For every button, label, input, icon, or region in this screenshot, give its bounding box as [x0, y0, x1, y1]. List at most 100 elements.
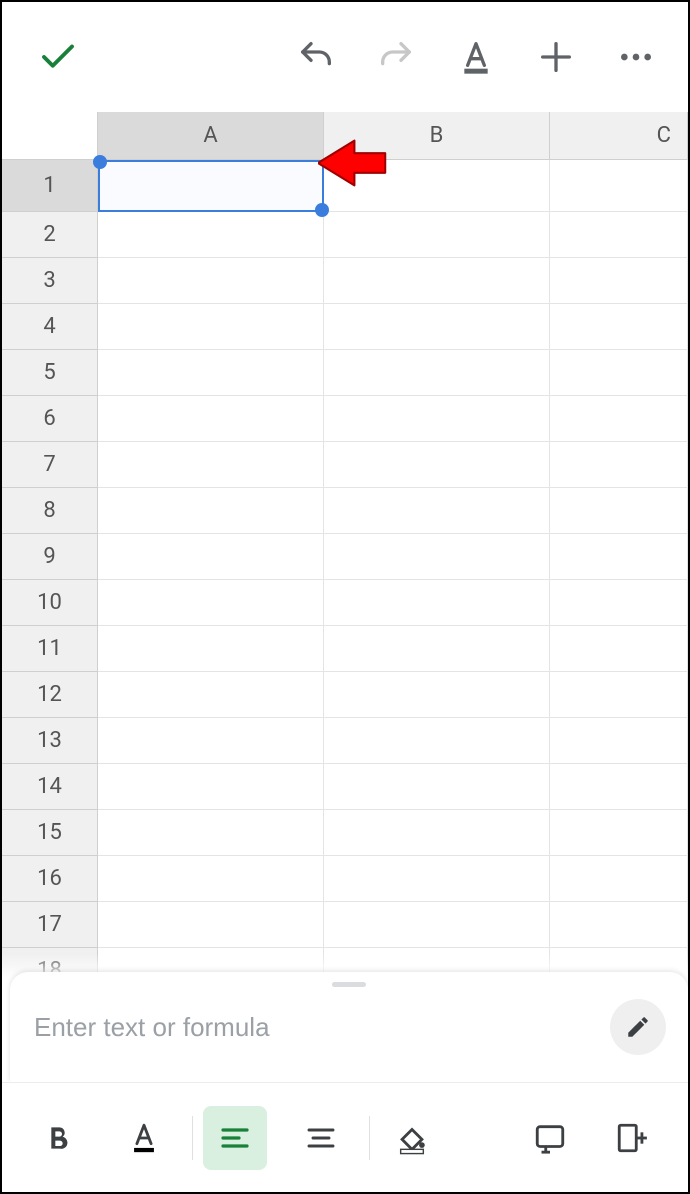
formula-input[interactable] — [32, 1011, 594, 1044]
cell-C17[interactable] — [550, 902, 688, 948]
select-all-corner[interactable] — [2, 112, 98, 160]
row-header-5[interactable]: 5 — [2, 350, 98, 396]
redo-button[interactable] — [366, 27, 426, 87]
cell-C4[interactable] — [550, 304, 688, 350]
row-header-8[interactable]: 8 — [2, 488, 98, 534]
cell-C8[interactable] — [550, 488, 688, 534]
cell-A12[interactable] — [98, 672, 324, 718]
cell-C7[interactable] — [550, 442, 688, 488]
cell-A13[interactable] — [98, 718, 324, 764]
bold-button[interactable] — [26, 1106, 90, 1170]
align-left-button[interactable] — [203, 1106, 267, 1170]
cell-A10[interactable] — [98, 580, 324, 626]
row-header-15[interactable]: 15 — [2, 810, 98, 856]
cell-A5[interactable] — [98, 350, 324, 396]
cell-A17[interactable] — [98, 902, 324, 948]
insert-button[interactable] — [600, 1106, 664, 1170]
cell-C3[interactable] — [550, 258, 688, 304]
align-center-icon — [305, 1122, 337, 1154]
cell-B15[interactable] — [324, 810, 550, 856]
row-header-3[interactable]: 3 — [2, 258, 98, 304]
cell-C10[interactable] — [550, 580, 688, 626]
cell-C11[interactable] — [550, 626, 688, 672]
cell-B1[interactable] — [324, 160, 550, 212]
row-header-12[interactable]: 12 — [2, 672, 98, 718]
toolbar-divider — [369, 1116, 370, 1160]
row-header-11[interactable]: 11 — [2, 626, 98, 672]
accept-button[interactable] — [28, 27, 88, 87]
cell-B11[interactable] — [324, 626, 550, 672]
plus-icon — [536, 37, 576, 77]
panel-drag-handle[interactable] — [332, 982, 366, 987]
pencil-icon — [625, 1014, 651, 1040]
cell-A7[interactable] — [98, 442, 324, 488]
cell-C2[interactable] — [550, 212, 688, 258]
cell-C5[interactable] — [550, 350, 688, 396]
cell-A1[interactable] — [98, 160, 324, 212]
format-toolbar — [2, 1082, 688, 1192]
text-color-button[interactable] — [446, 27, 506, 87]
cell-B17[interactable] — [324, 902, 550, 948]
toolbar-divider — [192, 1116, 193, 1160]
cell-C15[interactable] — [550, 810, 688, 856]
cell-B2[interactable] — [324, 212, 550, 258]
cell-C14[interactable] — [550, 764, 688, 810]
bold-icon — [42, 1122, 74, 1154]
cell-B16[interactable] — [324, 856, 550, 902]
cell-B13[interactable] — [324, 718, 550, 764]
spreadsheet-grid[interactable]: A B C 1 2 3 4 5 6 7 8 9 10 11 12 13 14 1… — [2, 112, 688, 978]
row-header-13[interactable]: 13 — [2, 718, 98, 764]
column-header-A[interactable]: A — [98, 112, 324, 160]
row-header-4[interactable]: 4 — [2, 304, 98, 350]
cell-B4[interactable] — [324, 304, 550, 350]
cell-B6[interactable] — [324, 396, 550, 442]
cell-B8[interactable] — [324, 488, 550, 534]
row-header-2[interactable]: 2 — [2, 212, 98, 258]
cell-C12[interactable] — [550, 672, 688, 718]
text-color-icon — [127, 1121, 161, 1155]
cell-B7[interactable] — [324, 442, 550, 488]
edit-button[interactable] — [610, 999, 666, 1055]
cell-B14[interactable] — [324, 764, 550, 810]
row-header-6[interactable]: 6 — [2, 396, 98, 442]
text-color-button-bottom[interactable] — [112, 1106, 176, 1170]
cell-A4[interactable] — [98, 304, 324, 350]
cell-C9[interactable] — [550, 534, 688, 580]
row-header-14[interactable]: 14 — [2, 764, 98, 810]
undo-button[interactable] — [286, 27, 346, 87]
fill-color-button[interactable] — [380, 1106, 444, 1170]
cell-A11[interactable] — [98, 626, 324, 672]
row-header-17[interactable]: 17 — [2, 902, 98, 948]
align-center-button[interactable] — [289, 1106, 353, 1170]
cell-B12[interactable] — [324, 672, 550, 718]
row-header-9[interactable]: 9 — [2, 534, 98, 580]
insert-comment-button[interactable] — [518, 1106, 582, 1170]
column-header-C[interactable]: C — [550, 112, 688, 160]
row-header-1[interactable]: 1 — [2, 160, 98, 212]
cell-B10[interactable] — [324, 580, 550, 626]
row-header-7[interactable]: 7 — [2, 442, 98, 488]
row-header-16[interactable]: 16 — [2, 856, 98, 902]
more-button[interactable] — [606, 27, 666, 87]
cell-B3[interactable] — [324, 258, 550, 304]
cell-C13[interactable] — [550, 718, 688, 764]
column-headers: A B C — [2, 112, 688, 160]
column-header-B[interactable]: B — [324, 112, 550, 160]
cell-B5[interactable] — [324, 350, 550, 396]
cell-A2[interactable] — [98, 212, 324, 258]
cell-A16[interactable] — [98, 856, 324, 902]
cell-C6[interactable] — [550, 396, 688, 442]
align-left-icon — [219, 1122, 251, 1154]
cell-A3[interactable] — [98, 258, 324, 304]
grid-body: 1 2 3 4 5 6 7 8 9 10 11 12 13 14 15 16 1… — [2, 160, 688, 978]
row-header-10[interactable]: 10 — [2, 580, 98, 626]
cell-A9[interactable] — [98, 534, 324, 580]
cell-B9[interactable] — [324, 534, 550, 580]
add-button[interactable] — [526, 27, 586, 87]
cell-A6[interactable] — [98, 396, 324, 442]
cell-C1[interactable] — [550, 160, 688, 212]
cell-A8[interactable] — [98, 488, 324, 534]
cell-A14[interactable] — [98, 764, 324, 810]
cell-C16[interactable] — [550, 856, 688, 902]
cell-A15[interactable] — [98, 810, 324, 856]
